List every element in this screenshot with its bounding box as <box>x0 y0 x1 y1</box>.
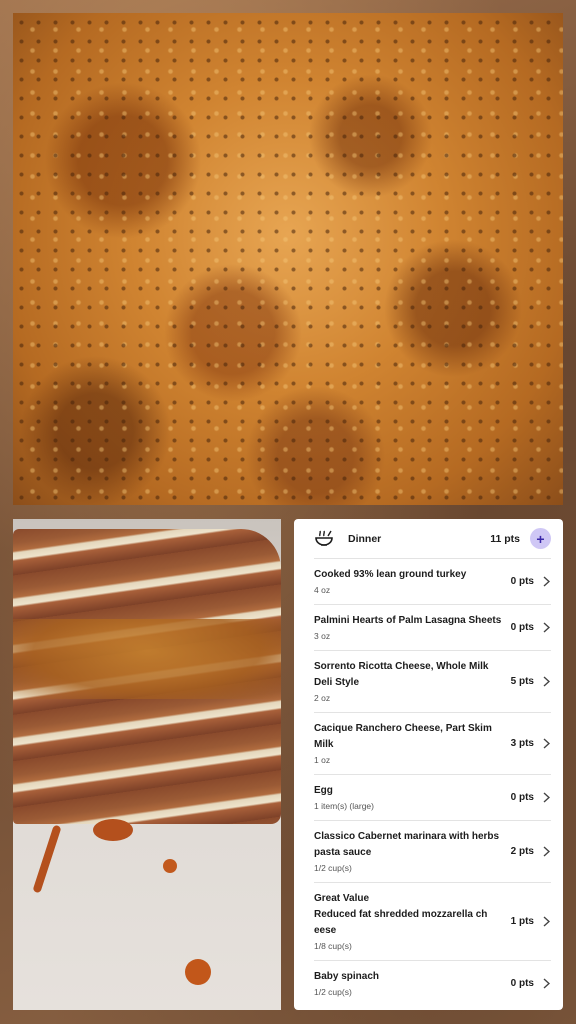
food-item-text: Cooked 93% lean ground turkey 4 oz <box>314 567 511 596</box>
lasagna-top-photo <box>13 13 563 505</box>
food-item[interactable]: Egg 1 item(s) (large) 0 pts <box>314 775 551 821</box>
food-item-points: 1 pts <box>510 916 534 927</box>
food-item-quantity: 1 item(s) (large) <box>314 801 374 811</box>
food-item-points: 0 pts <box>510 978 534 989</box>
chevron-right-icon[interactable] <box>543 916 551 928</box>
food-item-points: 0 pts <box>510 792 534 803</box>
food-item-quantity: 1/2 cup(s) <box>314 863 352 873</box>
food-item-points: 0 pts <box>510 622 534 633</box>
food-item-text: Egg 1 item(s) (large) <box>314 783 511 812</box>
chevron-right-icon[interactable] <box>543 846 551 858</box>
sauce-smear <box>93 819 133 841</box>
food-item-points: 3 pts <box>510 738 534 749</box>
food-item-quantity: 1/2 cup(s) <box>314 987 352 997</box>
chevron-right-icon[interactable] <box>543 622 551 634</box>
food-item-name: Baby spinach <box>314 971 380 982</box>
food-item-text: Palmini Hearts of Palm Lasagna Sheets 3 o… <box>314 613 511 642</box>
food-item-text: Classico Cabernet marinara with herbs pa… <box>314 829 511 874</box>
bowl-icon <box>314 528 336 550</box>
chevron-right-icon[interactable] <box>543 792 551 804</box>
food-item[interactable]: Palmini Hearts of Palm Lasagna Sheets 3 o… <box>314 605 551 651</box>
meal-card: Dinner 11 pts + Cooked 93% lean ground t… <box>294 519 563 1010</box>
food-item-text: Baby spinach 1/2 cup(s) <box>314 969 511 998</box>
food-item[interactable]: Sorrento Ricotta Cheese, Whole Milk Deli… <box>314 651 551 713</box>
food-item-name: Egg <box>314 785 333 796</box>
food-item-text: Great Value Reduced fat shredded mozzare… <box>314 891 511 952</box>
food-item-name: Cacique Ranchero Cheese, Part Skim Milk <box>314 723 492 750</box>
food-item-text: Sorrento Ricotta Cheese, Whole Milk Deli… <box>314 659 511 704</box>
food-item[interactable]: Classico Cabernet marinara with herbs pa… <box>314 821 551 883</box>
meal-title: Dinner <box>348 532 382 545</box>
meal-header: Dinner 11 pts + <box>314 519 551 559</box>
meal-total-points: 11 pts <box>490 532 520 545</box>
food-item[interactable]: Cacique Ranchero Cheese, Part Skim Milk 1… <box>314 713 551 775</box>
food-item[interactable]: Great Value Reduced fat shredded mozzare… <box>314 883 551 961</box>
food-item-quantity: 1 oz <box>314 755 331 765</box>
sauce-dot <box>185 959 211 985</box>
chevron-right-icon[interactable] <box>543 978 551 990</box>
food-list: Cooked 93% lean ground turkey 4 oz 0 pts Pa… <box>314 559 551 1006</box>
chevron-right-icon[interactable] <box>543 576 551 588</box>
sauce-drip <box>32 824 62 894</box>
food-item-name: Classico Cabernet marinara with herbs pa… <box>314 831 500 858</box>
food-item-points: 0 pts <box>510 576 534 587</box>
food-item[interactable]: Baby spinach 1/2 cup(s) 0 pts <box>314 961 551 1006</box>
food-item-text: Cacique Ranchero Cheese, Part Skim Milk 1… <box>314 721 511 766</box>
food-item-name: Sorrento Ricotta Cheese, Whole Milk Deli… <box>314 661 489 688</box>
add-food-button[interactable]: + <box>530 528 551 549</box>
food-item-name: Palmini Hearts of Palm Lasagna Sheets <box>314 615 502 626</box>
food-item-quantity: 2 oz <box>314 693 331 703</box>
chevron-right-icon[interactable] <box>543 676 551 688</box>
food-item-quantity: 4 oz <box>314 585 331 595</box>
cheese-texture <box>13 13 563 505</box>
food-item-name: Cooked 93% lean ground turkey <box>314 569 467 580</box>
food-item-points: 2 pts <box>510 846 534 857</box>
sauce-dot <box>163 859 177 873</box>
food-item-points: 5 pts <box>510 676 534 687</box>
chevron-right-icon[interactable] <box>543 738 551 750</box>
food-item[interactable]: Cooked 93% lean ground turkey 4 oz 0 pts <box>314 559 551 605</box>
lasagna-slice-photo <box>13 519 281 1010</box>
food-item-quantity: 3 oz <box>314 631 331 641</box>
food-item-quantity: 1/8 cup(s) <box>314 941 352 951</box>
food-item-name: Great Value Reduced fat shredded mozzare… <box>314 893 488 936</box>
cheese-layer <box>13 619 281 699</box>
